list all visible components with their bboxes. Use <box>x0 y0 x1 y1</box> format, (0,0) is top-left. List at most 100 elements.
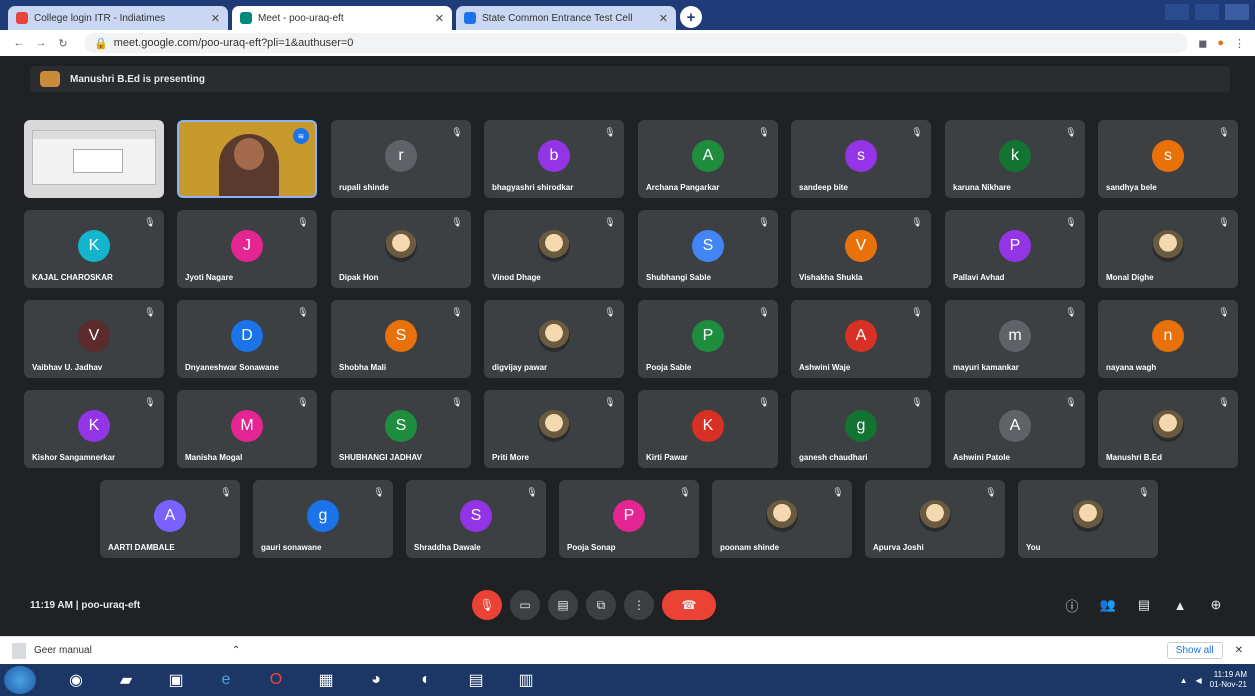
participant-tile[interactable]: M 🎙 Manisha Mogal <box>177 390 317 468</box>
participant-tile[interactable]: k 🎙 karuna Nikhare <box>945 120 1085 198</box>
reload-icon[interactable]: ↻ <box>54 37 72 50</box>
close-tab-icon[interactable]: ✕ <box>211 12 220 25</box>
participant-tile[interactable]: A 🎙 Archana Pangarkar <box>638 120 778 198</box>
volume-icon[interactable]: ◀ <box>1195 676 1201 685</box>
mic-muted-icon: 🎙 <box>451 306 463 317</box>
close-tab-icon[interactable]: ✕ <box>659 12 668 25</box>
back-arrow-icon[interactable]: ← <box>10 37 28 49</box>
participant-tile[interactable]: 🎙 You <box>1018 480 1158 558</box>
participant-tile[interactable]: K 🎙 Kishor Sangamnerkar <box>24 390 164 468</box>
host-controls-icon[interactable]: ⊕ <box>1205 594 1227 616</box>
app-icon[interactable]: ◐ <box>406 666 446 694</box>
forward-arrow-icon[interactable]: → <box>32 37 50 49</box>
avatar <box>538 230 570 262</box>
participant-tile[interactable]: K 🎙 Kirti Pawar <box>638 390 778 468</box>
app-icon[interactable]: ▥ <box>506 666 546 694</box>
browser-tab-active[interactable]: Meet - poo-uraq-eft ✕ <box>232 6 452 30</box>
avatar <box>538 320 570 352</box>
close-downloads-icon[interactable]: ✕ <box>1235 645 1243 656</box>
participant-tile[interactable]: b 🎙 bhagyashri shirodkar <box>484 120 624 198</box>
download-file-name: Geer manual <box>34 645 92 656</box>
participant-tile[interactable]: g 🎙 ganesh chaudhari <box>791 390 931 468</box>
participant-tile[interactable]: 🎙 Dipak Hon <box>331 210 471 288</box>
participant-tile[interactable]: S 🎙 Shobha Mali <box>331 300 471 378</box>
participant-tile[interactable]: P 🎙 Pooja Sonap <box>559 480 699 558</box>
avatar: A <box>154 500 186 532</box>
tab-favicon-icon <box>464 12 476 24</box>
more-vert-icon: ⋮ <box>633 598 645 612</box>
leave-call-button[interactable]: ☎ <box>662 590 716 620</box>
avatar: A <box>692 140 724 172</box>
participant-tile[interactable]: S 🎙 SHUBHANGI JADHAV <box>331 390 471 468</box>
browser-menu-icon[interactable]: ⋮ <box>1234 37 1245 50</box>
camera-indicator-icon[interactable]: ◼ <box>1198 37 1207 50</box>
participant-tile[interactable]: g 🎙 gauri sonawane <box>253 480 393 558</box>
participant-tile[interactable]: 🎙 Apurva Joshi <box>865 480 1005 558</box>
opera-icon[interactable]: O <box>256 666 296 694</box>
minimize-button[interactable] <box>1165 4 1189 20</box>
chrome-icon[interactable]: ◕ <box>356 666 396 694</box>
avatar: s <box>1152 140 1184 172</box>
participant-tile[interactable]: 🎙 digvijay pawar <box>484 300 624 378</box>
participant-tile[interactable]: 🎙 poonam shinde <box>712 480 852 558</box>
participant-tile[interactable]: J 🎙 Jyoti Nagare <box>177 210 317 288</box>
maximize-button[interactable] <box>1195 4 1219 20</box>
participant-tile[interactable]: 🎙 Vinod Dhage <box>484 210 624 288</box>
media-player-icon[interactable]: ◉ <box>56 666 96 694</box>
show-all-button[interactable]: Show all <box>1166 642 1223 659</box>
participant-tile[interactable]: 🎙 Monal Dighe <box>1098 210 1238 288</box>
participant-tile[interactable]: s 🎙 sandeep bite <box>791 120 931 198</box>
participant-name: Dipak Hon <box>339 273 379 282</box>
camera-button[interactable]: ▭ <box>510 590 540 620</box>
participant-tile[interactable]: A 🎙 Ashwini Waje <box>791 300 931 378</box>
mic-muted-icon: 🎙 <box>758 216 770 227</box>
shared-screen-tile[interactable] <box>24 120 164 198</box>
participant-tile[interactable]: 🎙 Priti More <box>484 390 624 468</box>
participant-tile[interactable]: 🎙 Manushri B.Ed <box>1098 390 1238 468</box>
participant-tile[interactable]: A 🎙 AARTI DAMBALE <box>100 480 240 558</box>
presenting-banner: Manushri B.Ed is presenting <box>30 66 1230 92</box>
participant-tile[interactable]: r 🎙 rupali shinde <box>331 120 471 198</box>
chevron-up-icon[interactable]: ⌃ <box>232 645 240 656</box>
activities-icon[interactable]: ▲ <box>1169 594 1191 616</box>
participant-tile[interactable]: m 🎙 mayuri kamankar <box>945 300 1085 378</box>
participant-tile[interactable]: P 🎙 Pallavi Avhad <box>945 210 1085 288</box>
close-tab-icon[interactable]: ✕ <box>435 12 444 25</box>
clock[interactable]: 11:19 AM 01-Nov-21 <box>1210 670 1247 690</box>
participant-tile[interactable]: A 🎙 Ashwini Patole <box>945 390 1085 468</box>
avatar: r <box>385 140 417 172</box>
avatar: V <box>78 320 110 352</box>
internet-explorer-icon[interactable]: e <box>206 666 246 694</box>
start-button[interactable] <box>4 666 36 694</box>
presenter-camera-tile[interactable]: ≋ <box>177 120 317 198</box>
participant-tile[interactable]: V 🎙 Vishakha Shukla <box>791 210 931 288</box>
participant-tile[interactable]: K 🎙 KAJAL CHAROSKAR <box>24 210 164 288</box>
chat-icon[interactable]: ▤ <box>1133 594 1155 616</box>
network-icon[interactable]: ▲ <box>1180 676 1188 685</box>
participant-tile[interactable]: S 🎙 Shubhangi Sable <box>638 210 778 288</box>
browser-tab[interactable]: State Common Entrance Test Cell ✕ <box>456 6 676 30</box>
participant-tile[interactable]: S 🎙 Shraddha Dawale <box>406 480 546 558</box>
browser-tab[interactable]: College login ITR - Indiatimes ✕ <box>8 6 228 30</box>
media-app-icon[interactable]: ▣ <box>156 666 196 694</box>
participant-tile[interactable]: V 🎙 Vaibhav U. Jadhav <box>24 300 164 378</box>
more-options-button[interactable]: ⋮ <box>624 590 654 620</box>
profile-avatar[interactable]: ● <box>1217 37 1224 49</box>
people-icon[interactable]: 👥 <box>1097 594 1119 616</box>
participant-tile[interactable]: D 🎙 Dnyaneshwar Sonawane <box>177 300 317 378</box>
mic-off-button[interactable]: 🎙 <box>472 590 502 620</box>
close-window-button[interactable] <box>1225 4 1249 20</box>
new-tab-button[interactable]: + <box>680 6 702 28</box>
participant-tile[interactable]: n 🎙 nayana wagh <box>1098 300 1238 378</box>
captions-button[interactable]: ▤ <box>548 590 578 620</box>
participant-name: Priti More <box>492 453 529 462</box>
app-icon[interactable]: ▦ <box>306 666 346 694</box>
participant-tile[interactable]: P 🎙 Pooja Sable <box>638 300 778 378</box>
info-icon[interactable]: ⓘ <box>1061 594 1083 616</box>
present-button[interactable]: ⧉ <box>586 590 616 620</box>
url-field[interactable]: 🔒 meet.google.com/poo-uraq-eft?pli=1&aut… <box>84 33 1189 53</box>
file-explorer-icon[interactable]: ▰ <box>106 666 146 694</box>
app-icon[interactable]: ▤ <box>456 666 496 694</box>
download-item[interactable]: Geer manual <box>12 642 232 659</box>
participant-tile[interactable]: s 🎙 sandhya bele <box>1098 120 1238 198</box>
